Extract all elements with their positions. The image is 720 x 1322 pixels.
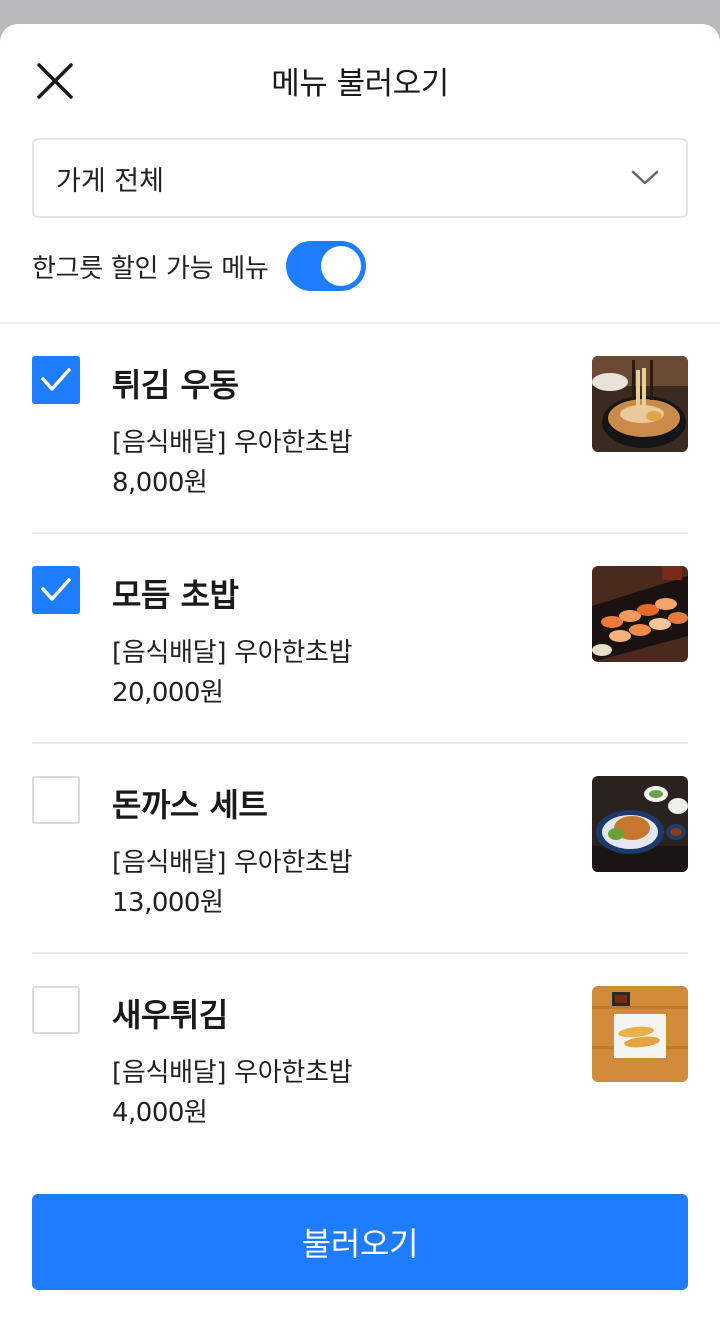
shrimp-tempura-photo xyxy=(592,986,688,1082)
chevron-down-icon xyxy=(631,170,659,185)
menu-item-store: [음식배달] 우아한초밥 xyxy=(112,428,353,458)
check-icon xyxy=(41,368,71,391)
menu-item-name: 새우튀김 xyxy=(112,996,228,1034)
sushi-photo xyxy=(592,566,688,662)
menu-item-checkbox[interactable] xyxy=(32,566,80,614)
menu-item-price: 20,000원 xyxy=(112,678,224,708)
toggle-knob xyxy=(321,246,362,286)
discount-toggle[interactable] xyxy=(286,241,367,291)
menu-item: 튀김 우동 [음식배달] 우아한초밥 8,000원 xyxy=(32,324,688,534)
check-icon xyxy=(41,578,71,601)
menu-list: 튀김 우동 [음식배달] 우아한초밥 8,000원 모듬 초밥 [음식배달] 우… xyxy=(32,324,688,1164)
menu-item-checkbox[interactable] xyxy=(32,986,80,1034)
menu-item-store: [음식배달] 우아한초밥 xyxy=(112,638,353,668)
discount-toggle-label: 한그릇 할인 가능 메뉴 xyxy=(32,253,269,284)
menu-item-price: 13,000원 xyxy=(112,888,224,918)
menu-item-checkbox[interactable] xyxy=(32,776,80,824)
bottom-sheet: 메뉴 불러오기 가게 전체 한그릇 할인 가능 메뉴 튀김 우동 [음식배달] … xyxy=(0,24,720,1322)
store-select-dropdown[interactable]: 가게 전체 xyxy=(32,138,688,218)
tonkatsu-photo xyxy=(592,776,688,872)
store-select-value: 가게 전체 xyxy=(56,165,164,197)
page-title: 메뉴 불러오기 xyxy=(271,66,449,102)
udon-photo xyxy=(592,356,688,452)
menu-item-store: [음식배달] 우아한초밥 xyxy=(112,1058,353,1088)
menu-item-store: [음식배달] 우아한초밥 xyxy=(112,848,353,878)
import-button[interactable]: 불러오기 xyxy=(32,1194,688,1290)
menu-item-name: 돈까스 세트 xyxy=(112,786,268,824)
discount-filter-row: 한그릇 할인 가능 메뉴 xyxy=(32,240,367,292)
menu-item-price: 8,000원 xyxy=(112,468,208,498)
menu-item-name: 모듬 초밥 xyxy=(112,576,239,614)
menu-item-price: 4,000원 xyxy=(112,1098,208,1128)
menu-item: 모듬 초밥 [음식배달] 우아한초밥 20,000원 xyxy=(32,534,688,744)
menu-item: 새우튀김 [음식배달] 우아한초밥 4,000원 xyxy=(32,954,688,1164)
menu-item: 돈까스 세트 [음식배달] 우아한초밥 13,000원 xyxy=(32,744,688,954)
sheet-header: 메뉴 불러오기 xyxy=(0,24,720,136)
menu-item-name: 튀김 우동 xyxy=(112,366,239,404)
menu-item-checkbox[interactable] xyxy=(32,356,80,404)
